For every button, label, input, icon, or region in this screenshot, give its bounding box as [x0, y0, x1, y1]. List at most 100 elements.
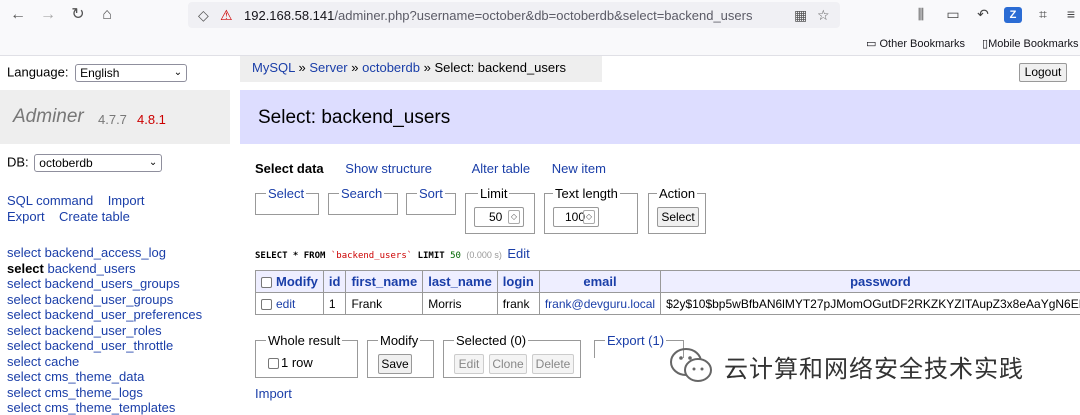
spinner-icon[interactable]: ◇ — [508, 210, 520, 224]
select-table-link[interactable]: select — [7, 276, 41, 291]
cell-password: $2y$10$bp5wBfbAN6lMYT27pJMomOGutDF2RKZKY… — [660, 292, 1080, 315]
logout-button[interactable]: Logout — [1019, 63, 1067, 82]
extension-z-icon[interactable]: Z — [1004, 7, 1022, 23]
table-name-link[interactable]: cache — [45, 354, 80, 369]
select-button[interactable]: Select — [657, 207, 699, 227]
select-table-link[interactable]: select — [7, 400, 41, 415]
select-table-link[interactable]: select — [7, 323, 41, 338]
breadcrumb-server[interactable]: Server — [309, 60, 347, 75]
sort-link[interactable]: Sort — [417, 186, 445, 201]
import-link-bottom[interactable]: Import — [255, 386, 292, 401]
back-icon[interactable]: ← — [8, 5, 28, 25]
cell-last-name: Morris — [422, 292, 498, 315]
sidebar-table-item[interactable]: select backend_users_groups — [7, 276, 202, 292]
import-link[interactable]: Import — [108, 193, 145, 208]
select-columns-link[interactable]: Select — [266, 186, 307, 201]
bookmark-star-icon[interactable]: ☆ — [817, 7, 830, 24]
edit-query-link[interactable]: Edit — [507, 246, 529, 261]
select-table-link[interactable]: select — [7, 385, 41, 400]
sidebar-table-item[interactable]: select backend_users — [7, 261, 202, 277]
sidebar-table-item[interactable]: select backend_user_groups — [7, 292, 202, 308]
select-table-link[interactable]: select — [7, 338, 41, 353]
table-name-link[interactable]: cms_theme_templates — [45, 400, 176, 415]
menu-header: Adminer 4.7.7 4.8.1 — [0, 90, 230, 144]
table-name-link[interactable]: backend_user_preferences — [45, 307, 203, 322]
sidebar-table-item[interactable]: select cms_theme_templates — [7, 400, 202, 415]
table-name-link[interactable]: backend_users_groups — [45, 276, 180, 291]
new-version[interactable]: 4.8.1 — [137, 112, 166, 127]
sidebar-table-item[interactable]: select cms_theme_data — [7, 369, 202, 385]
sidebar-table-item[interactable]: select backend_user_throttle — [7, 338, 202, 354]
language-select[interactable]: English ⌄ — [75, 64, 188, 82]
col-password[interactable]: password — [660, 270, 1080, 293]
col-modify[interactable]: Modify — [255, 270, 324, 293]
other-bookmarks[interactable]: ▭ Other Bookmarks — [866, 37, 965, 50]
breadcrumb-mysql[interactable]: MySQL — [252, 60, 295, 75]
qr-code-icon[interactable]: ▦ — [794, 7, 807, 24]
extension-crop-icon[interactable]: ⌗ — [1034, 6, 1052, 23]
row-checkbox[interactable] — [261, 298, 272, 310]
spinner-icon[interactable]: ◇ — [583, 210, 595, 224]
chevron-down-icon: ⌄ — [148, 157, 158, 168]
url-bar[interactable]: ◇ ⚠ 192.168.58.141/adminer.php?username=… — [188, 2, 840, 28]
mobile-bookmarks[interactable]: ▯Mobile Bookmarks — [982, 37, 1079, 50]
sql-command-link[interactable]: SQL command — [7, 193, 93, 208]
select-table-link[interactable]: select — [7, 261, 44, 276]
page-title: Select: backend_users — [258, 107, 451, 128]
edit-selected-button[interactable]: Edit — [454, 354, 484, 374]
tab-new-item[interactable]: New item — [552, 161, 606, 176]
limit-fieldset: Limit 50 ◇ — [465, 186, 535, 234]
select-all-checkbox[interactable] — [261, 277, 272, 289]
limit-input[interactable]: 50 ◇ — [474, 207, 524, 227]
save-button[interactable]: Save — [378, 354, 412, 374]
sidebar-table-item[interactable]: select backend_access_log — [7, 245, 202, 261]
sidebar-table-item[interactable]: select backend_user_preferences — [7, 307, 202, 323]
app-name[interactable]: Adminer — [13, 106, 84, 128]
export-link[interactable]: Export — [7, 209, 45, 224]
search-link[interactable]: Search — [339, 186, 385, 201]
select-table-link[interactable]: select — [7, 369, 41, 384]
bookmarks-bar: ▭ Other Bookmarks ▯Mobile Bookmarks — [0, 30, 1080, 56]
tab-show-structure[interactable]: Show structure — [345, 161, 432, 176]
forward-icon[interactable]: → — [38, 5, 58, 25]
sidebar-table-item[interactable]: select cache — [7, 354, 202, 370]
col-email[interactable]: email — [538, 270, 662, 293]
select-table-link[interactable]: select — [7, 245, 41, 260]
menu-icon[interactable]: ≡ — [1062, 6, 1080, 22]
col-last-name[interactable]: last_name — [422, 270, 498, 293]
undo-icon[interactable]: ↶ — [974, 6, 992, 23]
select-table-link[interactable]: select — [7, 354, 41, 369]
clone-button[interactable]: Clone — [489, 354, 527, 374]
table-name-link[interactable]: cms_theme_logs — [45, 385, 143, 400]
create-table-link[interactable]: Create table — [59, 209, 130, 224]
reload-icon[interactable]: ↻ — [68, 5, 88, 25]
table-name-link[interactable]: backend_user_roles — [45, 323, 162, 338]
whole-result-checkbox[interactable] — [268, 358, 279, 370]
sidebar-table-item[interactable]: select backend_user_roles — [7, 323, 202, 339]
table-name-link[interactable]: cms_theme_data — [45, 369, 145, 384]
library-icon[interactable]: ⫼ — [912, 6, 930, 23]
col-id[interactable]: id — [322, 270, 347, 293]
cell-email[interactable]: frank@devguru.local — [545, 297, 655, 311]
breadcrumb-db[interactable]: octoberdb — [362, 60, 420, 75]
table-name-link[interactable]: backend_users — [48, 261, 136, 276]
select-table-link[interactable]: select — [7, 292, 41, 307]
row-count[interactable]: 1 row — [268, 355, 313, 370]
table-name-link[interactable]: backend_user_throttle — [45, 338, 174, 353]
text-length-input[interactable]: 100 ◇ — [553, 207, 599, 227]
col-first-name[interactable]: first_name — [345, 270, 424, 293]
delete-button[interactable]: Delete — [532, 354, 574, 374]
db-select[interactable]: octoberdb ⌄ — [34, 154, 163, 172]
insecure-lock-icon[interactable]: ⚠ — [220, 7, 233, 24]
table-name-link[interactable]: backend_access_log — [45, 245, 166, 260]
tab-alter-table[interactable]: Alter table — [472, 161, 531, 176]
home-icon[interactable]: ⌂ — [97, 5, 117, 25]
sidebar-table-item[interactable]: select cms_theme_logs — [7, 385, 202, 401]
sidebar-icon[interactable]: ▭ — [944, 6, 962, 23]
export-link[interactable]: Export (1) — [605, 333, 667, 348]
select-table-link[interactable]: select — [7, 307, 41, 322]
shield-icon[interactable]: ◇ — [198, 7, 209, 24]
table-name-link[interactable]: backend_user_groups — [45, 292, 174, 307]
col-login[interactable]: login — [496, 270, 540, 293]
row-edit-link[interactable]: edit — [276, 297, 295, 311]
